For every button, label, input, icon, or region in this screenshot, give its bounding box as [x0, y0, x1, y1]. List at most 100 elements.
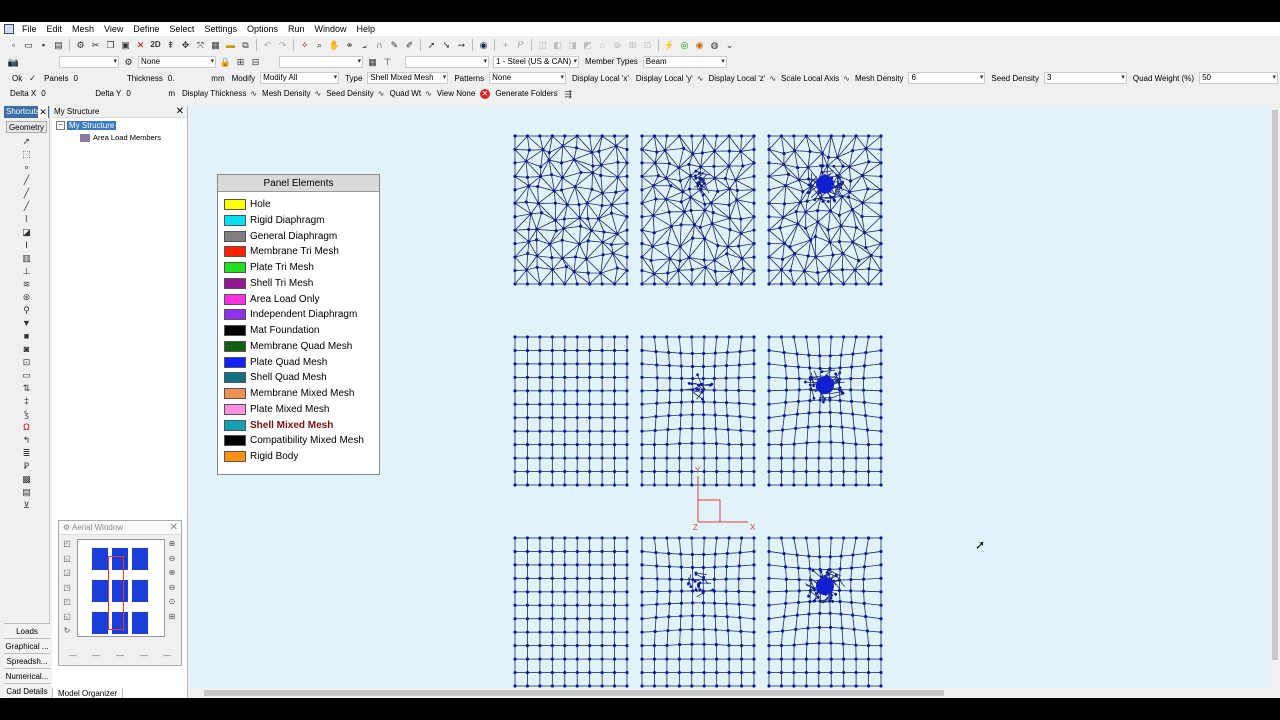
select-box-icon[interactable]: ⬚ — [21, 149, 33, 160]
view-back-icon[interactable]: ◱ — [62, 612, 72, 622]
node-tool-icon[interactable]: ∘ — [21, 162, 33, 173]
display-thickness[interactable]: Display Thickness — [182, 89, 246, 98]
grid-icon[interactable]: ▦ — [210, 39, 222, 51]
menu-window[interactable]: Window — [310, 24, 352, 34]
disabled2-icon[interactable]: ◧ — [552, 39, 564, 51]
display-local-z[interactable]: Display Local 'z' — [708, 74, 765, 83]
disabled4-icon[interactable]: ◩ — [582, 39, 594, 51]
zoom-icon[interactable]: ⌕ — [314, 39, 326, 51]
pointer2-icon[interactable]: ➘ — [441, 39, 453, 51]
brush-icon[interactable]: ✎ — [389, 39, 401, 51]
folder-icon[interactable]: ▬ — [225, 39, 237, 51]
aerial-canvas[interactable] — [77, 539, 165, 637]
select-tools-icon[interactable]: ✧ — [299, 39, 311, 51]
run-icon[interactable]: ⚡ — [664, 39, 676, 51]
menu-mesh[interactable]: Mesh — [67, 24, 99, 34]
delta-x-input[interactable]: 0 — [41, 89, 89, 98]
list-tool-icon[interactable]: ≣ — [21, 448, 33, 459]
quad-mesh-dense[interactable] — [767, 335, 883, 487]
zoom-all-icon[interactable]: ⊞ — [167, 612, 177, 622]
shortcuts-tab[interactable]: Shortcuts ✕ — [4, 106, 49, 118]
numerical-tab[interactable]: Numerical... — [4, 668, 50, 683]
mesh-density-combo[interactable]: 6 ▾ — [908, 72, 986, 84]
disabled5-icon[interactable]: ⌂ — [597, 39, 609, 51]
mixed-mesh-dense[interactable] — [767, 536, 883, 688]
binoculars-icon[interactable]: ⚭ — [344, 39, 356, 51]
disabled8-icon[interactable]: ⊡ — [642, 39, 654, 51]
check-icon[interactable]: ✓ — [27, 72, 39, 84]
material-combo[interactable]: 1 - Steel (US & CAN) ▾ — [493, 55, 579, 68]
spring-tool-icon[interactable]: ≋ — [21, 279, 33, 290]
member3-tool-icon[interactable]: ╱ — [21, 201, 33, 212]
report-icon[interactable]: ◍ — [709, 39, 721, 51]
menu-settings[interactable]: Settings — [199, 24, 242, 34]
camera-icon[interactable]: 📷 — [8, 56, 20, 68]
redo-icon[interactable]: ↷ — [277, 39, 289, 51]
copy2-icon[interactable]: ⧉ — [240, 39, 252, 51]
member2-tool-icon[interactable]: ╱ — [21, 188, 33, 199]
tri-mesh-uniform[interactable] — [513, 134, 629, 286]
settings-icon[interactable]: ⚙ — [75, 39, 87, 51]
horizontal-scroll-thumb[interactable] — [204, 690, 944, 696]
plus-icon[interactable]: + — [500, 39, 512, 51]
undo-icon[interactable]: ↶ — [262, 39, 274, 51]
eye-icon[interactable]: ◉ — [478, 39, 490, 51]
cable-tool-icon[interactable]: ⌇ — [21, 214, 33, 225]
patterns-combo[interactable]: None ▾ — [489, 72, 567, 84]
close-icon[interactable]: ✕ — [170, 521, 178, 535]
scale-icon[interactable]: ⤧ — [195, 39, 207, 51]
seed-density-toggle[interactable]: Seed Density — [326, 89, 374, 98]
magnet-icon[interactable]: ∩ — [374, 39, 386, 51]
vertical-scrollbar[interactable] — [1270, 106, 1280, 688]
quad-icon[interactable]: ∿ — [425, 89, 432, 98]
layer-combo[interactable]: None ▾ — [138, 55, 216, 68]
quad-wt-toggle[interactable]: Quad Wt — [390, 89, 422, 98]
mesh-density-toggle[interactable]: Mesh Density — [262, 89, 310, 98]
open-icon[interactable]: ▭ — [23, 39, 35, 51]
view-iso-icon[interactable]: ◰ — [62, 597, 72, 607]
mirror-icon[interactable]: ⇞ — [165, 39, 177, 51]
curve-tool-icon[interactable]: ↰ — [21, 435, 33, 446]
menu-run[interactable]: Run — [283, 24, 310, 34]
support-tool-icon[interactable]: ⊥ — [21, 266, 33, 277]
folders-icon[interactable]: ⇶ — [562, 88, 574, 100]
pointer3-icon[interactable]: ➙ — [456, 39, 468, 51]
layer-icon[interactable]: ⚙ — [123, 56, 135, 68]
aerial-slider-bar[interactable]: — — — — — — [61, 651, 179, 663]
mesh-icon[interactable]: ∿ — [315, 89, 322, 98]
display-local-x[interactable]: Display Local 'x' — [572, 74, 629, 83]
bolt-tool-icon[interactable]: ‡ — [21, 396, 33, 407]
pipe-icon[interactable]: ⊤ — [382, 56, 394, 68]
pointer-tool-icon[interactable]: ➚ — [21, 136, 33, 147]
filter-tool-icon[interactable]: ⊻ — [21, 500, 33, 511]
seed-density-combo[interactable]: 3 ▾ — [1044, 72, 1127, 84]
graphical-tab[interactable]: Graphical ... — [4, 638, 50, 653]
layer-tool-icon[interactable]: ▩ — [21, 474, 33, 485]
plate-tool-icon[interactable]: ◙ — [21, 344, 33, 355]
measure-icon[interactable]: ⦟ — [359, 39, 371, 51]
view-side-icon[interactable]: ◲ — [62, 568, 72, 578]
move-icon[interactable]: ✥ — [180, 39, 192, 51]
design-icon[interactable]: ◉ — [694, 39, 706, 51]
tri-mesh-medium[interactable] — [640, 134, 756, 286]
collapse-icon[interactable]: − — [56, 121, 65, 130]
column-tool-icon[interactable]: ▥ — [21, 253, 33, 264]
view-rotate-icon[interactable]: ↻ — [62, 626, 72, 636]
quad-weight-combo[interactable]: 50 ▾ — [1199, 72, 1278, 84]
pin-tool-icon[interactable]: ▼ — [21, 318, 33, 329]
new-icon[interactable]: ▫ — [8, 39, 20, 51]
menu-define[interactable]: Define — [128, 24, 164, 34]
group-combo[interactable]: ▾ — [279, 55, 363, 68]
thickness-input[interactable]: 0. — [168, 74, 205, 83]
link-tool-icon[interactable]: ⇅ — [21, 383, 33, 394]
loads-tab[interactable]: Loads — [4, 623, 50, 638]
close-icon[interactable]: ✕ — [38, 106, 48, 118]
frame1-icon[interactable]: ⊞ — [235, 56, 247, 68]
view-combo[interactable]: ▾ — [59, 55, 119, 68]
stop-icon[interactable]: ✕ — [479, 88, 490, 99]
results-icon[interactable]: ◎ — [679, 39, 691, 51]
local-z-icon[interactable]: ∿ — [769, 74, 776, 83]
mixed-mesh-uniform[interactable] — [513, 536, 629, 688]
geometry-button[interactable]: Geometry — [6, 121, 47, 133]
spreadsheet-tab[interactable]: Spreadsh... — [4, 653, 50, 668]
